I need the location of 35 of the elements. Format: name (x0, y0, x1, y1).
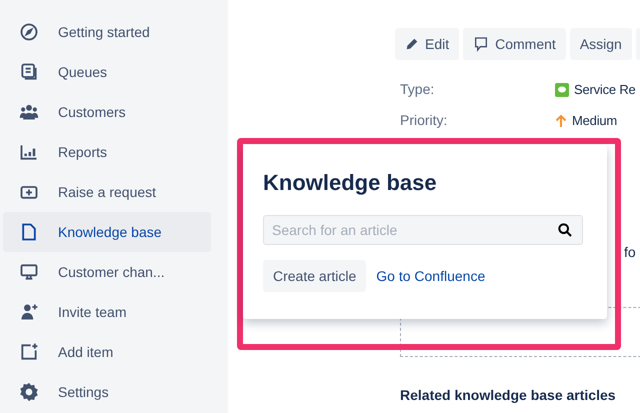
add-user-icon (19, 302, 39, 322)
toolbar-button[interactable]: Comment (463, 28, 566, 60)
confluence-link[interactable]: Go to Confluence (376, 266, 486, 286)
toolbar-button[interactable]: Edit (395, 28, 460, 60)
people-icon (19, 102, 39, 122)
popup-title: Knowledge base (263, 169, 438, 197)
sidebar-item[interactable]: Add item (3, 332, 211, 372)
field-value: Medium (572, 112, 618, 130)
section-heading: Related knowledge base articles (399, 386, 617, 405)
comment-icon (473, 36, 490, 52)
sidebar-item[interactable]: Knowledge base (3, 212, 211, 252)
field-label: Type: (400, 80, 436, 99)
compass-icon (19, 22, 39, 42)
chat-bubble-icon (555, 82, 569, 96)
pencil-icon (405, 37, 419, 51)
partial-text: fo (624, 243, 636, 262)
arrow-up-icon (555, 114, 567, 128)
create-article-button[interactable]: Create article (263, 260, 366, 292)
monitor-icon (19, 262, 39, 282)
sidebar-item[interactable]: Customers (3, 92, 211, 132)
sidebar-item[interactable]: Getting started (3, 12, 211, 52)
field-value: Service Re (574, 80, 636, 99)
sidebar-item[interactable]: Queues (3, 52, 211, 92)
sidebar-item[interactable]: Settings (3, 372, 211, 412)
sidebar-item[interactable]: Raise a request (3, 172, 211, 212)
sidebar-item[interactable]: Customer chan... (3, 252, 211, 292)
settings-icon (19, 382, 39, 402)
search-field[interactable]: Search for an article (263, 215, 583, 245)
list-icon (19, 62, 39, 82)
sidebar-item[interactable]: Reports (3, 132, 211, 172)
search-icon (557, 222, 573, 238)
sidebar-item[interactable]: Invite team (3, 292, 211, 332)
field-label: Priority: (400, 111, 448, 130)
toolbar-button[interactable]: Assign (570, 28, 632, 60)
add-item-icon (19, 342, 39, 362)
